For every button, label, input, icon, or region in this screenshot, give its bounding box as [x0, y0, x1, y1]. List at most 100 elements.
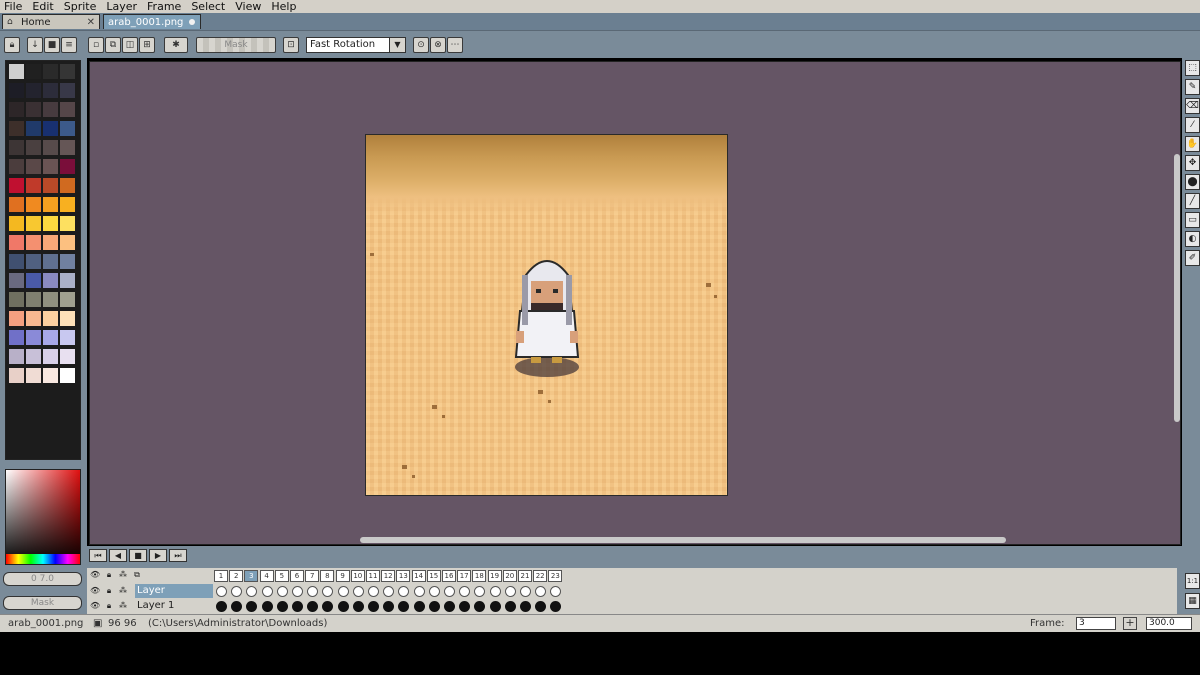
cel[interactable] — [276, 586, 288, 597]
palette-swatch[interactable] — [9, 178, 24, 193]
more-icon[interactable]: ⋯ — [447, 37, 463, 53]
eraser-icon[interactable]: ⌫ — [1185, 98, 1200, 114]
cel[interactable] — [307, 601, 319, 612]
cel[interactable] — [520, 586, 531, 597]
cel[interactable] — [383, 586, 395, 597]
color-picker[interactable] — [5, 469, 81, 565]
cel[interactable] — [413, 601, 425, 612]
palette-swatch[interactable] — [26, 83, 41, 98]
palette-swatch[interactable] — [9, 140, 24, 155]
palette-swatch[interactable] — [26, 273, 41, 288]
palette-swatch[interactable] — [60, 273, 75, 288]
cel[interactable] — [276, 601, 288, 612]
layer-row[interactable]: 👁︎ 🔒︎ ⁂ Layer 1 — [87, 599, 1177, 613]
cel[interactable] — [550, 586, 562, 597]
cel[interactable] — [216, 601, 227, 612]
eye-icon[interactable]: 👁︎ — [90, 586, 100, 596]
ellipse-icon[interactable]: ◐ — [1185, 231, 1200, 247]
palette-swatch[interactable] — [26, 216, 41, 231]
palette-swatch[interactable] — [60, 64, 75, 79]
cel[interactable] — [383, 601, 395, 612]
cel[interactable] — [520, 601, 531, 612]
actual-size-icon[interactable]: 1:1 — [1185, 573, 1200, 589]
cel[interactable] — [352, 586, 364, 597]
palette-swatch[interactable] — [9, 235, 24, 250]
cel[interactable] — [428, 586, 440, 597]
frame-number[interactable]: 4 — [259, 570, 274, 582]
palette-swatch[interactable] — [43, 140, 58, 155]
palette-swatch[interactable] — [26, 64, 41, 79]
cel[interactable] — [459, 586, 471, 597]
first-frame-icon[interactable]: ⏮ — [89, 549, 107, 562]
cel[interactable] — [489, 586, 501, 597]
opacity-field[interactable]: 0 7.0 — [3, 572, 82, 586]
palette-swatch[interactable] — [9, 216, 24, 231]
palette-swatch[interactable] — [60, 197, 75, 212]
palette-swatch[interactable] — [43, 349, 58, 364]
palette-swatch[interactable] — [60, 140, 75, 155]
frame-number[interactable]: 23 — [548, 570, 563, 582]
palette-swatch[interactable] — [43, 330, 58, 345]
cel[interactable] — [474, 601, 486, 612]
eyedropper-icon[interactable]: ⁄ — [1185, 117, 1200, 133]
pivot-icon[interactable]: ⊡ — [283, 37, 299, 53]
palette-swatch[interactable] — [43, 273, 58, 288]
palette-swatch[interactable] — [9, 292, 24, 307]
frame-number[interactable]: 3 — [244, 570, 259, 582]
palette-swatch[interactable] — [60, 292, 75, 307]
frame-number[interactable]: 15 — [426, 570, 441, 582]
cel[interactable] — [352, 601, 364, 612]
link-icon[interactable]: ⁂ — [118, 570, 128, 580]
palette-swatch[interactable] — [9, 197, 24, 212]
cel[interactable] — [261, 586, 273, 597]
frame-number[interactable]: 22 — [533, 570, 548, 582]
horizontal-scrollbar[interactable] — [360, 537, 1006, 543]
palette-swatch[interactable] — [60, 159, 75, 174]
cel[interactable] — [337, 586, 349, 597]
lock-icon[interactable]: 🔒︎ — [104, 586, 114, 596]
palette-swatch[interactable] — [60, 102, 75, 117]
unsaved-dot-icon[interactable] — [189, 19, 195, 25]
cel[interactable] — [428, 601, 440, 612]
chevron-down-icon[interactable]: ▼ — [389, 38, 405, 52]
palette-swatch[interactable] — [26, 102, 41, 117]
cel[interactable] — [398, 601, 410, 612]
mask-color-button[interactable]: Mask — [196, 37, 276, 53]
frame-number[interactable]: 20 — [502, 570, 517, 582]
palette-swatch[interactable] — [26, 330, 41, 345]
palette-swatch[interactable] — [60, 235, 75, 250]
menu-item-sprite[interactable]: Sprite — [59, 0, 102, 13]
palette-swatch[interactable] — [60, 216, 75, 231]
palette-swatch[interactable] — [9, 64, 24, 79]
palette-swatch[interactable] — [43, 121, 58, 136]
vertical-scrollbar[interactable] — [1174, 154, 1180, 422]
cel[interactable] — [292, 601, 303, 612]
palette-swatch[interactable] — [9, 330, 24, 345]
palette-swatch[interactable] — [43, 235, 58, 250]
palette-swatch[interactable] — [60, 368, 75, 383]
palette-swatch[interactable] — [43, 197, 58, 212]
frame-number[interactable]: 12 — [381, 570, 396, 582]
palette-swatch[interactable] — [43, 216, 58, 231]
cel[interactable] — [231, 601, 243, 612]
palette-swatch[interactable] — [26, 159, 41, 174]
play-icon[interactable]: ■ — [129, 549, 147, 562]
tab-home[interactable]: ⌂ Home ✕ — [2, 14, 100, 29]
frame-number[interactable]: 8 — [320, 570, 335, 582]
marquee-icon[interactable]: ⬚ — [1185, 60, 1200, 76]
link-icon[interactable]: ⁂ — [118, 586, 128, 596]
palette-swatch[interactable] — [9, 349, 24, 364]
plus-icon[interactable]: + — [1123, 617, 1137, 630]
palette-swatch[interactable] — [43, 311, 58, 326]
palette-swatch[interactable] — [26, 197, 41, 212]
menu-item-frame[interactable]: Frame — [142, 0, 186, 13]
frame-number[interactable]: 10 — [350, 570, 365, 582]
sprite-image[interactable] — [365, 134, 728, 496]
frame-number[interactable]: 19 — [487, 570, 502, 582]
selection-replace-icon[interactable]: ▫ — [88, 37, 104, 53]
palette-swatch[interactable] — [60, 121, 75, 136]
palette-swatch[interactable] — [26, 235, 41, 250]
lock-icon[interactable]: 🔒︎ — [104, 570, 114, 580]
cel[interactable] — [489, 601, 501, 612]
layer-name[interactable]: Layer 1 — [135, 599, 213, 613]
